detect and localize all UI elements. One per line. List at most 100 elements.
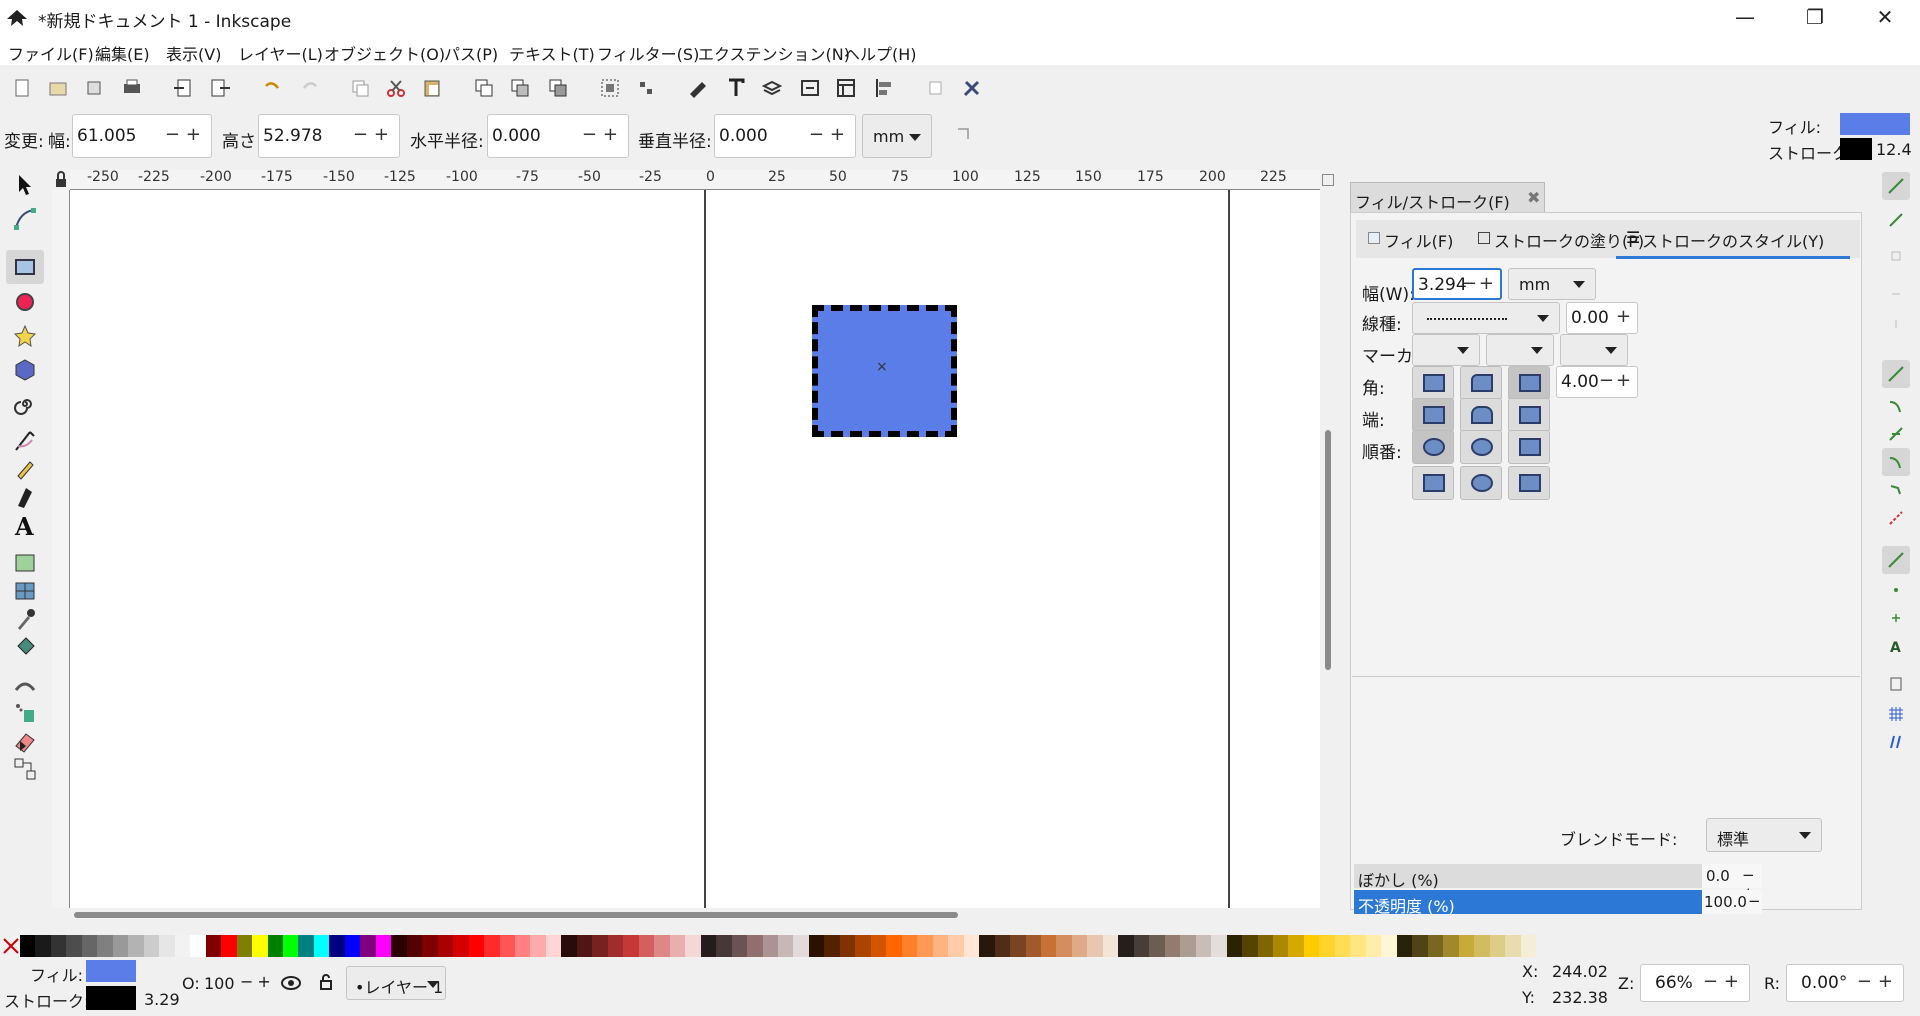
- minimize-button[interactable]: —: [1710, 0, 1780, 35]
- palette-swatch[interactable]: [499, 935, 516, 957]
- palette-swatch[interactable]: [1118, 935, 1135, 957]
- palette-swatch[interactable]: [1195, 935, 1212, 957]
- palette-swatch[interactable]: [963, 935, 980, 957]
- palette-swatch[interactable]: [360, 935, 377, 957]
- palette-swatch[interactable]: [576, 935, 593, 957]
- group-icon[interactable]: [596, 74, 624, 102]
- palette-swatch[interactable]: [282, 935, 299, 957]
- xml-editor-icon[interactable]: [684, 74, 712, 102]
- restore-button[interactable]: ❐: [1780, 0, 1850, 35]
- palette-swatch[interactable]: [1443, 935, 1460, 957]
- order-stroke-markers-button[interactable]: [1460, 466, 1502, 500]
- text-tool-icon[interactable]: A: [10, 510, 40, 540]
- snap-rotation-center-icon[interactable]: [1882, 604, 1910, 632]
- vertical-scrollbar[interactable]: [1320, 170, 1336, 908]
- panel-close-icon[interactable]: ✖: [1527, 188, 1540, 207]
- order-markers-button[interactable]: [1508, 430, 1550, 464]
- palette-swatch[interactable]: [97, 935, 114, 957]
- palette-swatch[interactable]: [1102, 935, 1119, 957]
- marker-start-dropdown[interactable]: [1412, 334, 1480, 366]
- import-icon[interactable]: [170, 74, 198, 102]
- palette-swatch[interactable]: [267, 935, 284, 957]
- print-icon[interactable]: [118, 74, 146, 102]
- stroke-width-spinbox[interactable]: 3.294 −+: [1412, 268, 1502, 300]
- palette-swatch[interactable]: [917, 935, 934, 957]
- layer-lock-icon[interactable]: [318, 972, 334, 992]
- open-icon[interactable]: [44, 74, 72, 102]
- menu-file[interactable]: ファイル(F): [8, 41, 94, 65]
- palette-swatch[interactable]: [778, 935, 794, 957]
- horizontal-scrollbar[interactable]: [70, 908, 1320, 922]
- order-markers-fill-button[interactable]: [1508, 466, 1550, 500]
- palette-swatch[interactable]: [1458, 935, 1475, 957]
- toolbox-expand-icon[interactable]: [18, 740, 28, 752]
- node-tool-icon[interactable]: [10, 204, 40, 234]
- palette-swatch[interactable]: [1303, 935, 1320, 957]
- cap-round-button[interactable]: [1460, 398, 1502, 432]
- gradient-tool-icon[interactable]: [10, 548, 40, 578]
- snap-grid-icon[interactable]: [1882, 700, 1910, 728]
- palette-swatch[interactable]: [994, 935, 1011, 957]
- mesh-tool-icon[interactable]: [10, 576, 40, 606]
- palette-swatch[interactable]: [20, 935, 36, 957]
- palette-swatch[interactable]: [932, 935, 949, 957]
- document-properties-icon[interactable]: [832, 74, 860, 102]
- status-opacity-stepper[interactable]: −+: [240, 972, 275, 991]
- palette-swatch[interactable]: [236, 935, 253, 957]
- palette-swatch[interactable]: [1149, 935, 1166, 957]
- close-button[interactable]: ✕: [1850, 0, 1920, 35]
- palette-swatch[interactable]: [190, 935, 207, 957]
- palette-swatch[interactable]: [669, 935, 686, 957]
- status-fill-swatch[interactable]: [86, 960, 136, 982]
- redo-icon[interactable]: [296, 74, 324, 102]
- tab-stroke-paint[interactable]: ストロークの塗り(P): [1494, 228, 1644, 252]
- opacity-stepper[interactable]: −: [1748, 892, 1761, 910]
- order-normal-button[interactable]: [1412, 430, 1454, 464]
- snap-bbox-icon[interactable]: [1882, 206, 1910, 234]
- palette-swatch[interactable]: [1040, 935, 1057, 957]
- palette-swatch[interactable]: [128, 935, 145, 957]
- new-document-icon[interactable]: [8, 74, 36, 102]
- palette-swatch[interactable]: [700, 935, 717, 957]
- palette-swatch[interactable]: [747, 935, 764, 957]
- palette-swatch[interactable]: [1520, 935, 1537, 957]
- cap-square-button[interactable]: [1508, 398, 1550, 432]
- paste-icon[interactable]: [418, 74, 446, 102]
- status-stroke-swatch[interactable]: [86, 986, 136, 1010]
- palette-swatch[interactable]: [81, 935, 98, 957]
- dropper-tool-icon[interactable]: [10, 604, 40, 634]
- palette-swatch[interactable]: [886, 935, 903, 957]
- dash-pattern-dropdown[interactable]: [1412, 302, 1560, 334]
- palette-swatch[interactable]: [1396, 935, 1413, 957]
- palette-swatch[interactable]: [298, 935, 315, 957]
- preferences-icon[interactable]: [922, 74, 950, 102]
- palette-swatch[interactable]: [329, 935, 346, 957]
- palette-swatch[interactable]: [1133, 935, 1150, 957]
- snap-cusp-icon[interactable]: [1882, 448, 1910, 476]
- palette-swatch[interactable]: [252, 935, 268, 957]
- tab-fill[interactable]: フィル(F): [1384, 228, 1453, 252]
- palette-swatch[interactable]: [1257, 935, 1274, 957]
- palette-swatch[interactable]: [685, 935, 702, 957]
- blur-value-box[interactable]: 0.0 −+: [1702, 864, 1762, 902]
- palette-swatch[interactable]: [839, 935, 856, 957]
- opacity-slider[interactable]: 不透明度 (%): [1354, 890, 1702, 916]
- save-icon[interactable]: [80, 74, 108, 102]
- panel-title-tab[interactable]: フィル/ストローク(F) ✖: [1350, 182, 1545, 212]
- menu-help[interactable]: ヘルプ(H): [844, 41, 917, 65]
- undo-icon[interactable]: [258, 74, 286, 102]
- ungroup-icon[interactable]: [632, 74, 660, 102]
- palette-swatch[interactable]: [979, 935, 996, 957]
- palette-swatch[interactable]: [870, 935, 887, 957]
- snap-toggle-icon[interactable]: [1882, 172, 1910, 200]
- duplicate-icon[interactable]: [470, 74, 498, 102]
- guide-lock-icon[interactable]: [52, 170, 70, 190]
- palette-swatch[interactable]: [1242, 935, 1259, 957]
- palette-swatch[interactable]: [143, 935, 160, 957]
- palette-swatch[interactable]: [901, 935, 918, 957]
- palette-swatch[interactable]: [313, 935, 330, 957]
- objects-icon[interactable]: [796, 74, 824, 102]
- snap-path-intersection-icon[interactable]: [1882, 420, 1910, 448]
- text-font-icon[interactable]: [722, 74, 750, 102]
- snap-guide-icon[interactable]: [1882, 728, 1910, 756]
